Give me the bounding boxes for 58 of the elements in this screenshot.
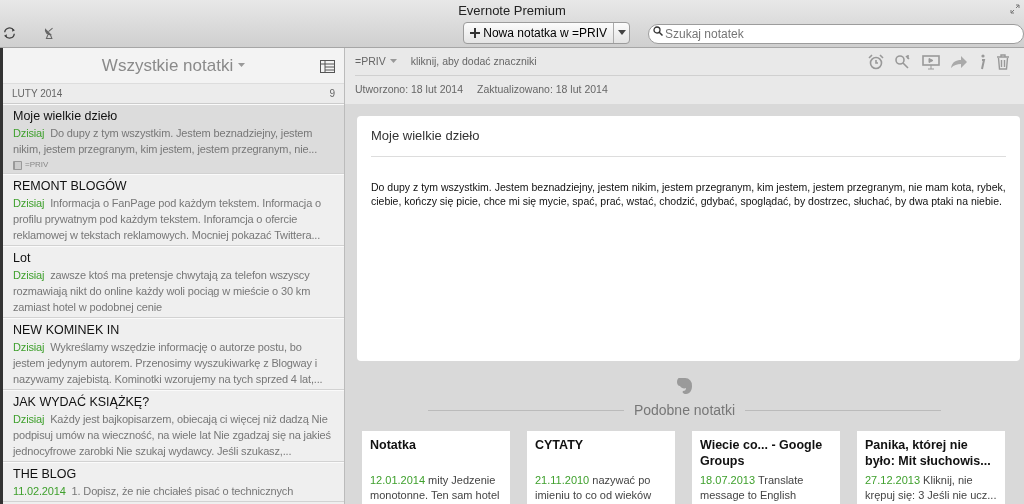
similar-note-snippet: 21.11.2010 nazywać po imieniu to co od wieków	[535, 473, 653, 503]
note-list-item[interactable]	[3, 390, 344, 462]
trash-icon[interactable]	[996, 53, 1010, 70]
tags-placeholder[interactable]: kliknij, aby dodać znaczniki	[410, 53, 537, 70]
fullscreen-icon[interactable]	[1010, 4, 1020, 14]
similar-note-snippet: 12.01.2014 mity Jedzenie monotonne. Ten sam hotel	[370, 473, 501, 503]
similar-note-card[interactable]: Panika, której nie było: Mit słuchowis... 27.12.2013 Kliknij, nie krępuj się: 3 Jeśli nie ucz...	[857, 431, 1005, 504]
similar-note-card[interactable]: Notatka 12.01.2014 mity Jedzenie monotonne. Ten sam hotel	[362, 431, 510, 504]
info-icon[interactable]	[978, 53, 986, 70]
note-snippet: Dzisiaj Wykreślamy wszędzie informację o autorze postu, bo jestem jedynym autorem. Przenosimy wyszukiwarkę z Blogway i nazywamy zajebistą. Kominotki wzorujemy na tych sprzed 4 lat,...	[13, 340, 324, 387]
presentation-icon[interactable]	[922, 53, 940, 70]
search-icon	[653, 26, 663, 36]
notebook-icon	[13, 160, 22, 170]
note-title: NEW KOMINEK IN	[13, 322, 121, 339]
similar-note-title: Wiecie co... - Google Groups	[700, 437, 824, 469]
note-count: 9	[329, 87, 335, 101]
note-list-item[interactable]: Lot Dzisiaj zawsze ktoś ma pretensje chwytają za telefon wszyscy rozmawiają nikt do online każdy woli pociąg w mieście o 30 km zamiast hotel w podobnej cenie	[3, 246, 344, 318]
note-list-item[interactable]: REMONT BLOGÓW Dzisiaj Informacja o FanPage pod każdym tekstem. Informacja o profilu prywatnym pod każdym tekstem. Inforamcja o ofercie reklamowej w tekstach reklamowych. Mocniej pokazać Twittera...	[3, 174, 344, 246]
updated-date: Zaktualizowano: 18 lut 2014	[477, 82, 608, 98]
notebook-selector[interactable]: =PRIV	[355, 53, 386, 70]
note-snippet: Dzisiaj Informacja o FanPage pod każdym tekstem. Informacja o profilu prywatnym pod każdym tekstem. Inforamcja o ofercie reklamowej w tekstach reklamowych. Mocniej pokazać Twittera...	[13, 196, 322, 243]
note-title[interactable]: Moje wielkie dzieło	[371, 126, 1006, 157]
note-title: Moje wielkie dzieło	[13, 108, 119, 125]
magnifier-icon[interactable]	[894, 53, 912, 70]
new-note-button[interactable]: Nowa notatka w =PRIV	[463, 22, 630, 44]
note-title: THE BLOG	[13, 466, 78, 483]
note-title: REMONT BLOGÓW	[13, 178, 128, 195]
note-snippet: Dzisiaj Do dupy z tym wszystkim. Jestem beznadziejny, jestem nikim, jestem przegranym, kim jestem, jestem przegranym, nie...	[13, 126, 319, 157]
note-title: Lot	[13, 250, 32, 267]
note-list-item[interactable]: Moje wielkie dzieło Dzisiaj Do dupy z tym wszystkim. Jestem beznadziejny, jestem nikim, jestem przegranym, kim jestem, jestem przegranym, nie... =PRIV	[3, 104, 344, 174]
similar-note-title: CYTATY	[535, 437, 585, 454]
share-arrow-icon[interactable]	[950, 54, 968, 69]
note-body[interactable]: Do dupy z tym wszystkim. Jestem beznadziejny, jestem nikim, jestem przegranym, kim jestem, jestem przegranym, nie mam kota, rybek, ciebie, kończy się picie, chce mi się mycie, spać, prać, wstać, chodzić, gdybać, spoglądać, by dostrzec, słuchać, by dwa ptaki na niebie.	[371, 179, 1006, 208]
note-snippet: Dzisiaj zawsze ktoś ma pretensje chwytają za telefon wszyscy rozmawiają nikt do online każdy woli pociąg w mieście o 30 km zamiast hotel w podobnej cenie	[13, 268, 312, 315]
note-list-item[interactable]: THE BLOG 11.02.2014 1. Dopisz, że nie chciałeś pisać o technicznych	[3, 462, 344, 502]
window-title: Evernote Premium	[458, 3, 566, 18]
similar-note-snippet: 18.07.2013 Translate message to English	[700, 473, 805, 503]
notebook-name: =PRIV	[25, 159, 49, 171]
caret-icon[interactable]	[238, 63, 246, 68]
similar-note-snippet: 27.12.2013 Kliknij, nie krępuj się: 3 Jeśli nie ucz...	[865, 473, 997, 503]
caret-icon[interactable]	[389, 59, 397, 64]
alarm-clock-icon[interactable]	[868, 53, 884, 70]
note-title: JAK WYDAĆ KSIĄŻKĘ?	[13, 394, 151, 411]
plus-icon	[469, 27, 482, 39]
similar-note-title: Panika, której nie było: Mit słuchowis...	[865, 437, 992, 469]
note-snippet: Dzisiaj Każdy jest bajkopisarzem, obiecają ci więcej niż dadzą Nie podpisuj umów na wieczność, na wiele lat Nie zgadzaj się na jakieś jednocyfrowe zarobki Nie szukaj wydawcy. Jeśli szukasz,...	[13, 412, 332, 459]
list-view-icon[interactable]	[320, 60, 335, 73]
search-field[interactable]: Szukaj notatek	[648, 24, 1024, 44]
similar-notes-heading: Podobne notatki	[633, 401, 736, 420]
dropdown-caret-icon[interactable]	[613, 23, 629, 43]
similar-note-card[interactable]: CYTATY 21.11.2010 nazywać po imieniu to co od wieków	[527, 431, 675, 504]
note-list-item[interactable]: NEW KOMINEK IN Dzisiaj Wykreślamy wszędzie informację o autorze postu, bo jestem jedynym autorem. Przenosimy wyszukiwarkę z Blogway i nazywamy zajebistą. Kominotki wzorujemy na tych sprzed 4 lat,...	[3, 318, 344, 390]
note-editor[interactable]	[357, 116, 1020, 361]
created-date: Utworzono: 18 lut 2014	[355, 82, 463, 98]
month-group-label: LUTY 2014	[12, 87, 63, 101]
similar-note-title: Notatka	[370, 437, 417, 454]
similar-note-card[interactable]: Wiecie co... - Google Groups 18.07.2013 Translate message to English	[692, 431, 840, 504]
note-snippet: 11.02.2014 1. Dopisz, że nie chciałeś pisać o technicznych	[13, 484, 295, 499]
